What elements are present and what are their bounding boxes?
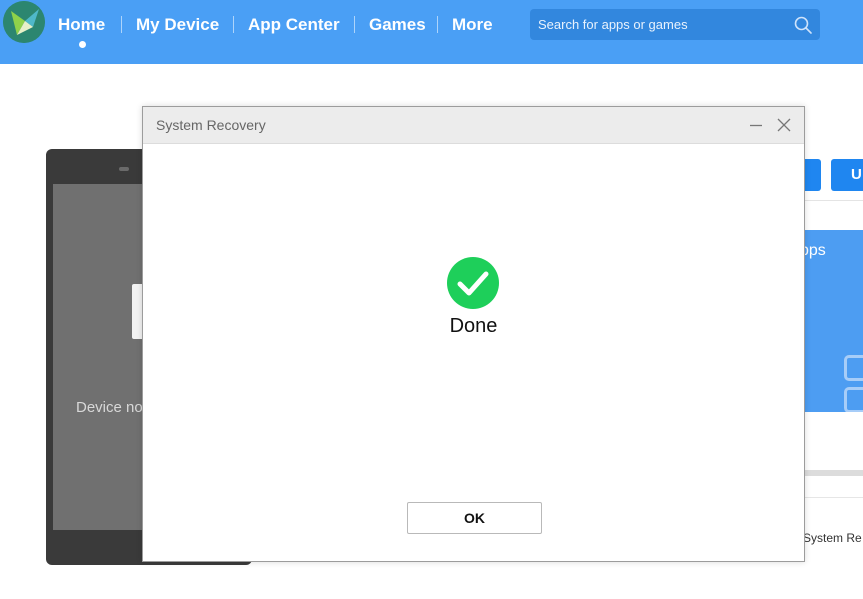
nav-home[interactable]: Home bbox=[58, 14, 105, 36]
dialog-titlebar[interactable]: System Recovery bbox=[143, 107, 804, 144]
system-recovery-dialog: System Recovery Done OK bbox=[142, 106, 805, 562]
close-icon[interactable] bbox=[775, 116, 793, 134]
ok-button[interactable]: OK bbox=[407, 502, 542, 534]
bird-logo-icon[interactable] bbox=[3, 1, 45, 43]
nav-my-device[interactable]: My Device bbox=[136, 14, 219, 36]
nav-separator bbox=[121, 16, 122, 33]
tile-icon bbox=[844, 355, 863, 381]
phone-speaker bbox=[119, 167, 129, 171]
status-text: Done bbox=[449, 315, 498, 337]
apps-banner[interactable]: pps bbox=[800, 230, 863, 412]
nav-separator bbox=[354, 16, 355, 33]
top-nav-bar: Home My Device App Center Games More bbox=[0, 0, 863, 64]
nav-separator bbox=[233, 16, 234, 33]
tile-icon bbox=[844, 387, 863, 412]
system-recovery-caption: System Re bbox=[803, 531, 862, 545]
search-input[interactable] bbox=[530, 9, 785, 40]
search-box[interactable] bbox=[530, 9, 820, 40]
check-circle-icon bbox=[447, 257, 499, 309]
dialog-title: System Recovery bbox=[156, 117, 266, 133]
divider bbox=[800, 200, 863, 201]
progress-bar bbox=[800, 470, 863, 476]
search-icon[interactable] bbox=[793, 15, 813, 35]
device-status-text: Device no bbox=[76, 399, 143, 416]
minimize-icon[interactable] bbox=[747, 116, 765, 134]
nav-app-center[interactable]: App Center bbox=[248, 14, 340, 36]
background-u-button[interactable]: U bbox=[831, 159, 863, 191]
active-tab-indicator bbox=[79, 41, 86, 48]
nav-separator bbox=[437, 16, 438, 33]
nav-games[interactable]: Games bbox=[369, 14, 426, 36]
divider bbox=[800, 497, 863, 498]
nav-more[interactable]: More bbox=[452, 14, 493, 36]
